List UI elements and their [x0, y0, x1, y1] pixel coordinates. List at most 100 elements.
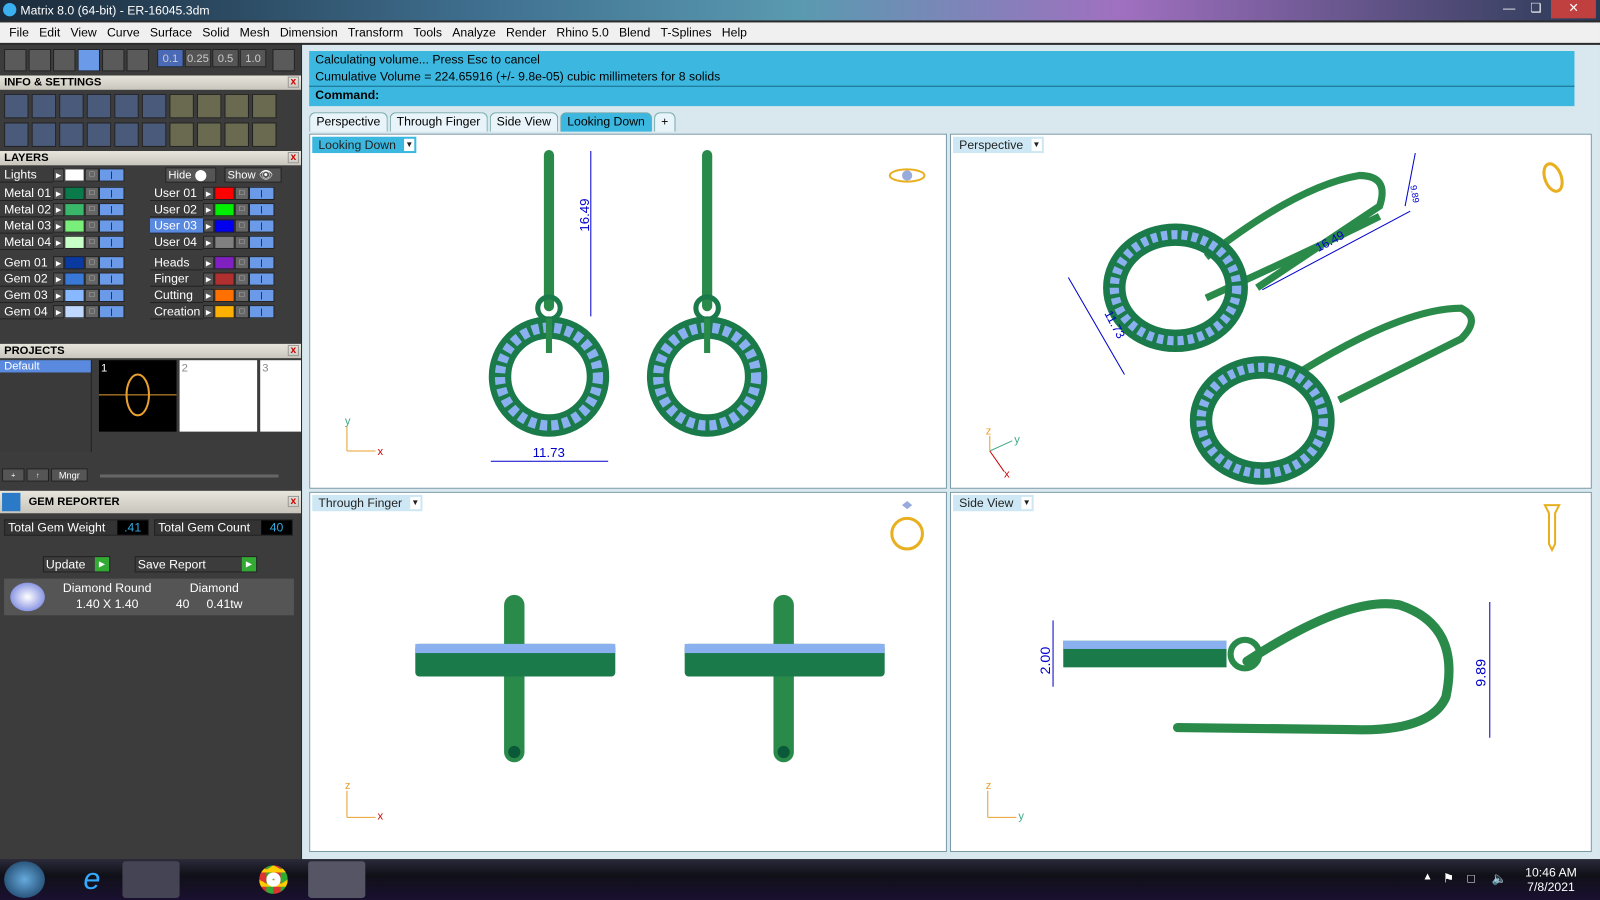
visibility-toggle[interactable]: |	[248, 219, 275, 233]
viewport-side-view[interactable]: Side View ▼ 2.00 9.89 zy	[949, 491, 1592, 853]
close-icon[interactable]: x	[287, 152, 299, 164]
layer-color[interactable]	[214, 305, 235, 319]
lock-icon[interactable]: □	[84, 203, 99, 217]
lock-icon[interactable]: □	[234, 305, 249, 319]
minimize-button[interactable]: —	[1496, 0, 1523, 18]
layer-color[interactable]	[214, 256, 235, 270]
hide-all-button[interactable]: Hide ⬤	[165, 167, 217, 183]
flag-icon[interactable]: ⚑	[1443, 871, 1454, 885]
info-tool-button[interactable]	[4, 93, 29, 119]
play-icon[interactable]: ▶	[53, 235, 65, 249]
lock-icon[interactable]: □	[84, 256, 99, 270]
menu-edit[interactable]: Edit	[34, 22, 65, 42]
layer-color[interactable]	[214, 272, 235, 286]
play-icon[interactable]: ▶	[203, 305, 215, 319]
info-tool-button[interactable]	[196, 93, 222, 119]
play-icon[interactable]: ▶	[53, 186, 65, 200]
layer-name[interactable]: Metal 04	[0, 235, 54, 250]
visibility-toggle[interactable]: |	[98, 186, 125, 200]
layer-name[interactable]: Finger	[149, 271, 204, 287]
shade-button[interactable]	[28, 48, 52, 72]
layer-color[interactable]	[214, 288, 235, 303]
info-tool-button[interactable]	[114, 93, 139, 119]
play-icon[interactable]: ▶	[203, 288, 215, 303]
lock-icon[interactable]: □	[234, 186, 249, 200]
info-tool-button[interactable]	[169, 93, 194, 119]
explorer-icon[interactable]	[122, 861, 180, 898]
lock-icon[interactable]: □	[84, 305, 99, 319]
layer-color[interactable]	[64, 272, 85, 286]
menu-curve[interactable]: Curve	[102, 22, 145, 42]
layer-name[interactable]: User 02	[149, 202, 204, 218]
layer-color[interactable]	[214, 186, 235, 200]
tab-through-finger[interactable]: Through Finger	[389, 112, 488, 132]
info-tool-button[interactable]	[252, 121, 277, 147]
play-icon[interactable]: ▶	[53, 219, 65, 233]
lock-icon[interactable]: □	[84, 186, 99, 200]
lock-icon[interactable]: □	[84, 168, 99, 182]
network-icon[interactable]: □	[1467, 871, 1474, 885]
lock-icon[interactable]: □	[84, 235, 99, 249]
info-tool-button[interactable]	[4, 121, 29, 147]
tab-looking-down[interactable]: Looking Down	[560, 112, 653, 132]
snap-0.1[interactable]: 0.1	[157, 48, 184, 68]
line-button[interactable]	[53, 48, 76, 72]
menu-transform[interactable]: Transform	[343, 22, 409, 42]
info-tool-button[interactable]	[86, 121, 112, 147]
visibility-toggle[interactable]: |	[98, 203, 125, 217]
layer-name[interactable]: Gem 02	[0, 271, 54, 287]
menu-view[interactable]: View	[65, 22, 102, 42]
play-icon[interactable]: ▶	[203, 219, 215, 233]
visibility-toggle[interactable]: |	[248, 186, 275, 200]
play-icon[interactable]: ▶	[53, 168, 65, 182]
menu-rhino-5-0[interactable]: Rhino 5.0	[551, 22, 614, 42]
project-thumb-2[interactable]: 2	[179, 360, 258, 432]
menu-dimension[interactable]: Dimension	[275, 22, 343, 42]
visibility-toggle[interactable]: |	[248, 256, 275, 270]
play-icon[interactable]: ▶	[203, 203, 215, 217]
layer-name[interactable]: Heads	[149, 255, 204, 271]
layer-name[interactable]: User 01	[149, 186, 204, 202]
tab-perspective[interactable]: Perspective	[309, 112, 388, 132]
chrome-icon[interactable]	[245, 861, 302, 898]
layer-name[interactable]: Gem 01	[0, 255, 54, 271]
visibility-toggle[interactable]: |	[98, 288, 125, 303]
layer-color[interactable]	[64, 288, 85, 303]
layer-name[interactable]: Metal 01	[0, 186, 54, 202]
ie-icon[interactable]: e	[63, 861, 120, 898]
viewport-looking-down[interactable]: Looking Down ▼ 16.49 11.73 yx	[309, 133, 947, 489]
viewport-layout-button[interactable]	[4, 48, 27, 72]
layer-color[interactable]	[64, 235, 85, 249]
media-player-icon[interactable]	[184, 861, 241, 898]
lock-icon[interactable]: □	[84, 219, 99, 233]
menu-blend[interactable]: Blend	[614, 22, 656, 42]
visibility-toggle[interactable]: |	[98, 272, 125, 286]
viewport-through-finger[interactable]: Through Finger ▼ zx	[309, 491, 947, 853]
layer-color[interactable]	[64, 186, 85, 200]
project-default[interactable]: Default	[0, 360, 91, 373]
lock-icon[interactable]: □	[234, 272, 249, 286]
menu-surface[interactable]: Surface	[145, 22, 197, 42]
visibility-toggle[interactable]: |	[248, 288, 275, 303]
info-tool-button[interactable]	[141, 121, 167, 147]
close-icon[interactable]: x	[287, 76, 299, 88]
layer-name[interactable]: Cutting	[149, 288, 204, 304]
play-icon[interactable]: ▶	[203, 256, 215, 270]
gem-row[interactable]: Diamond Round Diamond 1.40 X 1.40 40 0.4…	[4, 578, 294, 616]
play-icon[interactable]: ▶	[53, 272, 65, 286]
info-tool-button[interactable]	[252, 93, 277, 119]
play-icon[interactable]: ▶	[203, 272, 215, 286]
lock-icon[interactable]: □	[234, 219, 249, 233]
play-icon[interactable]: ▶	[203, 186, 215, 200]
lock-icon[interactable]: □	[84, 272, 99, 286]
matrix-app-icon[interactable]	[308, 861, 366, 898]
menu-t-splines[interactable]: T-Splines	[655, 22, 716, 42]
visibility-toggle[interactable]: |	[248, 203, 275, 217]
info-tool-button[interactable]	[31, 121, 57, 147]
layer-color[interactable]	[214, 219, 235, 233]
play-icon[interactable]: ▶	[203, 235, 215, 249]
project-thumb-3[interactable]: 3	[260, 360, 302, 432]
lock-icon[interactable]: □	[234, 235, 249, 249]
layer-name[interactable]: Metal 02	[0, 202, 54, 218]
play-icon[interactable]: ▶	[53, 305, 65, 319]
